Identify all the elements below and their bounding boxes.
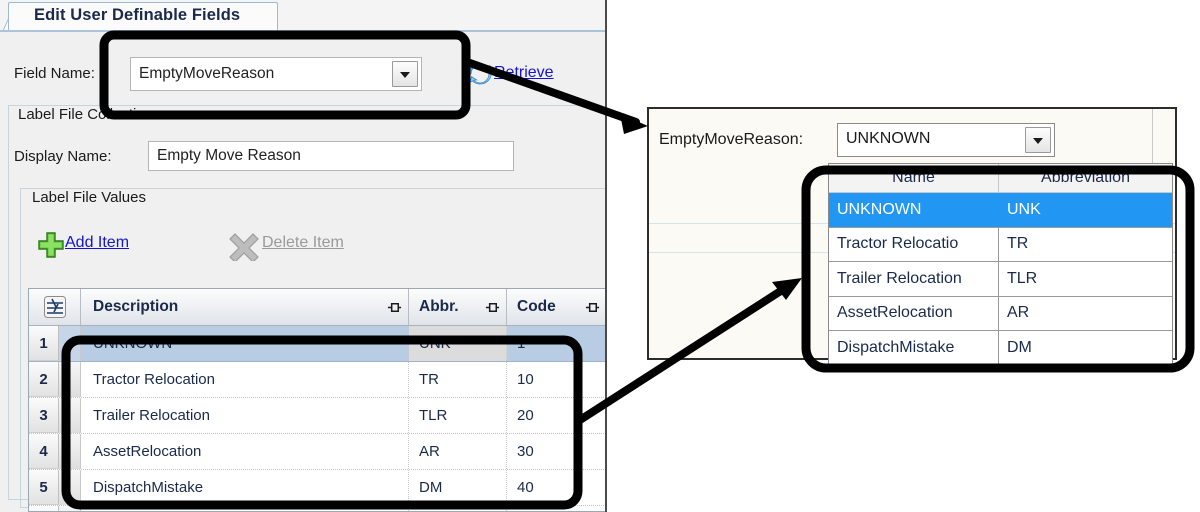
dropdown-item-name: AssetRelocation <box>829 296 999 330</box>
empty-move-reason-label: EmptyMoveReason: <box>659 131 804 148</box>
cell-code[interactable]: 20 <box>507 398 605 433</box>
dropdown-item-abbreviation: UNK <box>1007 200 1041 218</box>
add-item-label[interactable]: Add Item <box>65 234 129 252</box>
row-indicator <box>59 326 81 361</box>
retrieve-link[interactable]: Retrieve <box>494 64 554 82</box>
dropdown-item-name: Tractor Relocatio <box>829 227 999 261</box>
table-row[interactable]: 2 Tractor Relocation TR 10 <box>29 362 605 398</box>
cell-description[interactable]: DispatchMistake <box>81 470 409 505</box>
dropdown-item[interactable]: DispatchMistake DM <box>829 331 1172 365</box>
display-name-input[interactable]: Empty Move Reason <box>148 141 514 171</box>
field-name-dropdown-button[interactable] <box>392 61 418 87</box>
grid-column-abbr-label: Abbr. <box>419 298 459 315</box>
chevron-down-icon <box>400 72 410 78</box>
grid-column-description[interactable]: Description <box>81 289 409 325</box>
dropdown-header-row: Name Abbreviation <box>829 164 1172 193</box>
display-name-value: Empty Move Reason <box>157 147 301 164</box>
field-name-label: Field Name: <box>14 65 95 82</box>
row-indicator <box>59 434 81 469</box>
chevron-down-icon <box>1033 138 1043 144</box>
dropdown-item-name: UNKNOWN <box>829 193 999 227</box>
cell-description[interactable]: UNKNOWN <box>81 326 409 361</box>
row-indicator <box>59 470 81 505</box>
table-row[interactable]: 5 DispatchMistake DM 40 <box>29 470 605 506</box>
cell-description[interactable]: Tractor Relocation <box>81 362 409 397</box>
cell-abbr[interactable]: DM <box>409 470 507 505</box>
cell-code[interactable]: 30 <box>507 434 605 469</box>
plus-icon <box>38 232 64 258</box>
dropdown-item-abbreviation: AR <box>1007 304 1030 322</box>
dropdown-item[interactable]: Trailer Relocation TLR <box>829 262 1172 297</box>
label-file-collection-title: Label File Collection <box>14 106 158 123</box>
cell-description[interactable]: Trailer Relocation <box>81 398 409 433</box>
empty-move-reason-dropdown-list[interactable]: Name Abbreviation UNKNOWN UNK Tractor Re… <box>828 163 1173 366</box>
row-number: 5 <box>29 470 59 505</box>
field-name-value: EmptyMoveReason <box>139 65 275 82</box>
cell-description[interactable]: AssetRelocation <box>81 434 409 469</box>
row-indicator <box>59 398 81 433</box>
empty-move-reason-combobox[interactable]: UNKNOWN <box>837 123 1055 157</box>
grid-column-abbr[interactable]: Abbr. <box>409 289 507 325</box>
delete-item-label: Delete Item <box>262 234 344 251</box>
grid-column-code[interactable]: Code <box>507 289 605 325</box>
refresh-icon <box>468 63 492 85</box>
pin-icon[interactable] <box>387 300 402 315</box>
cell-abbr[interactable]: TLR <box>409 398 507 433</box>
table-row[interactable]: 4 AssetRelocation AR 30 <box>29 434 605 470</box>
row-number <box>29 506 59 511</box>
dropdown-item-abbreviation: TR <box>1007 235 1029 253</box>
edit-user-definable-fields-panel: Edit User Definable Fields Field Name: E… <box>0 0 607 512</box>
display-name-label: Display Name: <box>14 148 112 165</box>
field-name-combobox[interactable]: EmptyMoveReason <box>130 57 422 91</box>
empty-move-reason-dropdown-button[interactable] <box>1025 127 1051 153</box>
cell-abbr[interactable]: TR <box>409 362 507 397</box>
cell-abbr[interactable] <box>409 506 507 511</box>
dropdown-column-abbreviation: Abbreviation <box>1041 169 1130 186</box>
dropdown-item[interactable]: Tractor Relocatio TR <box>829 227 1172 262</box>
cell-abbr[interactable]: AR <box>409 434 507 469</box>
cell-description[interactable] <box>81 506 409 511</box>
dropdown-item-abbreviation: DM <box>1007 338 1032 356</box>
table-row[interactable]: 3 Trailer Relocation TLR 20 <box>29 398 605 434</box>
dropdown-item-abbreviation: TLR <box>1007 269 1038 287</box>
x-icon <box>229 233 259 261</box>
row-number: 4 <box>29 434 59 469</box>
table-row-empty[interactable] <box>29 506 605 511</box>
column-chooser-icon <box>43 296 66 318</box>
dropdown-item[interactable]: UNKNOWN UNK <box>829 193 1172 228</box>
cell-code[interactable]: 40 <box>507 470 605 505</box>
pin-icon[interactable] <box>485 300 500 315</box>
cell-code[interactable] <box>507 506 605 511</box>
dropdown-column-name: Name <box>829 164 999 192</box>
row-number: 2 <box>29 362 59 397</box>
cell-code[interactable]: 10 <box>507 362 605 397</box>
grid-header-row: Description Abbr. Code <box>29 289 605 326</box>
screenshot-root: Edit User Definable Fields Field Name: E… <box>0 0 1200 512</box>
row-number: 1 <box>29 326 59 361</box>
row-indicator <box>59 506 81 511</box>
tab-strip: Edit User Definable Fields <box>0 0 605 32</box>
empty-move-reason-value: UNKNOWN <box>846 130 931 147</box>
grid-column-code-label: Code <box>517 298 556 315</box>
row-indicator <box>59 362 81 397</box>
pin-icon[interactable] <box>585 300 600 315</box>
cell-code[interactable]: 1 <box>507 326 605 361</box>
table-row[interactable]: 1 UNKNOWN UNK 1 <box>29 326 605 362</box>
label-file-values-title: Label File Values <box>28 189 150 206</box>
column-chooser-button[interactable] <box>29 289 81 325</box>
dropdown-item-name: Trailer Relocation <box>829 262 999 296</box>
row-number: 3 <box>29 398 59 433</box>
cell-abbr[interactable]: UNK <box>409 326 507 361</box>
dropdown-item-name: DispatchMistake <box>829 331 999 365</box>
retrieve-action[interactable]: Retrieve <box>466 58 586 90</box>
grid-column-description-label: Description <box>93 298 179 315</box>
label-file-values-grid[interactable]: Description Abbr. Code 1 UNKNOWN UNK 1 2… <box>28 288 605 512</box>
tab-label: Edit User Definable Fields <box>34 6 241 24</box>
dropdown-item[interactable]: AssetRelocation AR <box>829 296 1172 331</box>
